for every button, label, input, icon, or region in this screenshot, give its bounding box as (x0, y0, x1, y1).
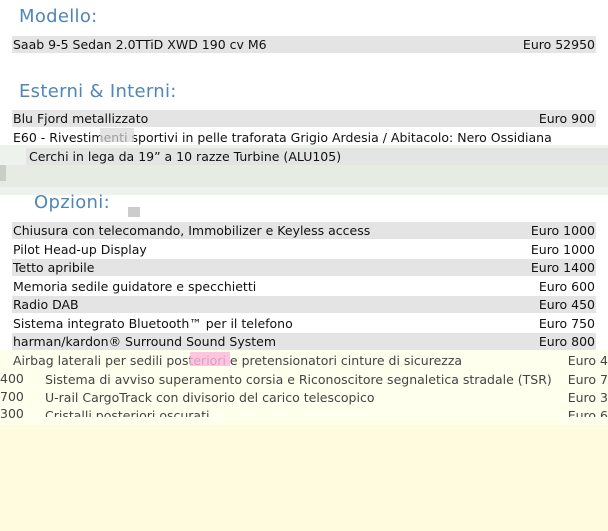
item-label: Sistema integrato Bluetooth™ per il tele… (13, 316, 293, 331)
item-label: U-rail CargoTrack con divisorio del cari… (45, 390, 375, 405)
overflow-price: 400 (0, 371, 24, 386)
glitch-artifact (100, 128, 134, 142)
glitch-artifact (128, 207, 140, 217)
item-label: Radio DAB (13, 297, 79, 312)
list-item: Cerchi in lega da 19” a 10 razze Turbine… (26, 148, 608, 165)
overflow-price: 700 (0, 389, 24, 404)
item-label: Pilot Head-up Display (13, 242, 147, 257)
item-price: Euro 900 (538, 111, 595, 126)
list-item: harman/kardon® Surround Sound System Eur… (12, 333, 596, 350)
item-label: Blu Fjord metallizzato (13, 111, 149, 126)
list-item: Sistema di avviso superamento corsia e R… (45, 371, 608, 388)
item-price: Euro 6 (567, 408, 608, 417)
item-label: Airbag laterali per sedili posteriori e … (13, 353, 463, 368)
list-item: Memoria sedile guidatore e specchietti E… (12, 278, 596, 295)
item-label: Memoria sedile guidatore e specchietti (13, 279, 257, 294)
item-price: Euro 1000 (530, 223, 595, 238)
section-title-opzioni: Opzioni: (34, 192, 110, 213)
section-title-modello: Modello: (19, 6, 98, 27)
item-label: Sistema di avviso superamento corsia e R… (45, 372, 552, 387)
item-price: Euro 450 (538, 297, 595, 312)
item-label: Saab 9-5 Sedan 2.0TTiD XWD 190 cv M6 (13, 37, 267, 52)
list-item: Chiusura con telecomando, Immobilizer e … (12, 222, 596, 239)
item-price: Euro 1400 (530, 260, 595, 275)
item-price: Euro 800 (538, 334, 595, 349)
list-item: Cristalli posteriori oscurati Euro 6 (45, 407, 608, 417)
background-band (0, 165, 608, 187)
item-price: Euro 600 (538, 279, 595, 294)
list-item: Tetto apribile Euro 1400 (12, 259, 596, 276)
item-price: Euro 7 (567, 372, 608, 387)
list-item: U-rail CargoTrack con divisorio del cari… (45, 389, 608, 406)
item-label: harman/kardon® Surround Sound System (13, 334, 277, 349)
item-label: Cristalli posteriori oscurati (45, 408, 210, 417)
background-band (0, 425, 608, 531)
list-item: Sistema integrato Bluetooth™ per il tele… (12, 315, 596, 332)
glitch-artifact (190, 352, 230, 366)
list-item: Saab 9-5 Sedan 2.0TTiD XWD 190 cv M6 Eur… (12, 36, 596, 53)
item-price: Euro 52950 (522, 37, 595, 52)
list-item: Blu Fjord metallizzato Euro 900 (12, 110, 596, 127)
overflow-price: 300 (0, 406, 24, 421)
glitch-artifact (0, 165, 6, 181)
item-label: Tetto apribile (13, 260, 95, 275)
item-price: Euro 1000 (530, 242, 595, 257)
list-item: Airbag laterali per sedili posteriori e … (12, 352, 608, 369)
item-price: Euro 3 (567, 390, 608, 405)
item-price: Euro 4 (567, 353, 608, 368)
list-item: Radio DAB Euro 450 (12, 296, 596, 313)
item-label: E60 - Rivestimenti sportivi in pelle tra… (13, 130, 552, 145)
section-title-esterni-interni: Esterni & Interni: (19, 81, 177, 102)
item-price: Euro 750 (538, 316, 595, 331)
item-label: Cerchi in lega da 19” a 10 razze Turbine… (29, 149, 342, 164)
item-label: Chiusura con telecomando, Immobilizer e … (13, 223, 371, 238)
list-item: Pilot Head-up Display Euro 1000 (12, 241, 596, 258)
